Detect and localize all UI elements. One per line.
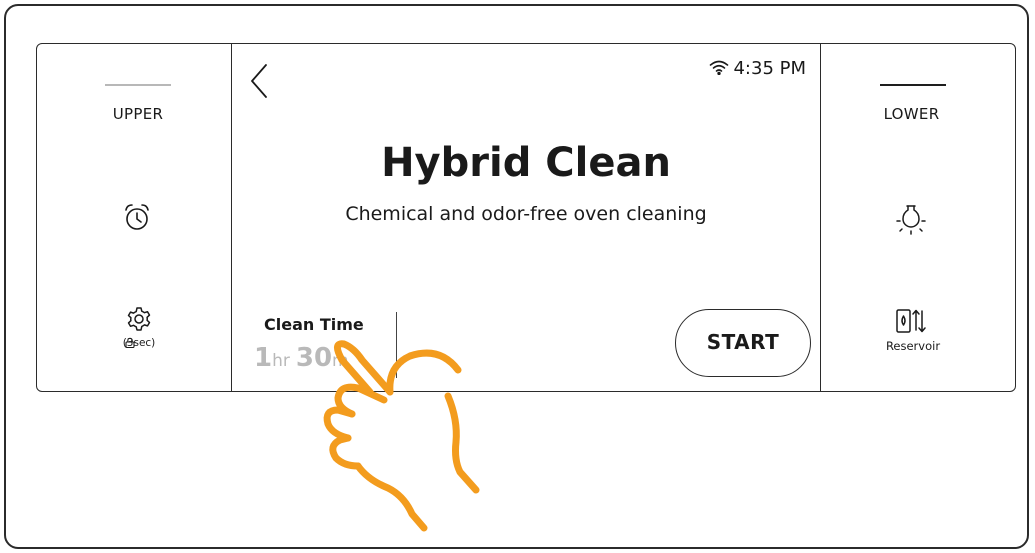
wifi-icon (710, 60, 729, 76)
oven-light-button[interactable] (895, 202, 927, 236)
lower-cavity-label: LOWER (883, 105, 940, 123)
gear-icon (127, 307, 151, 331)
timer-button[interactable] (121, 201, 153, 233)
lower-cavity-panel[interactable]: LOWER Reservoir (820, 44, 1015, 391)
upper-cavity-panel[interactable]: UPPER (3sec) (37, 44, 231, 391)
chevron-left-icon (251, 64, 267, 98)
status-bar: 4:35 PM (709, 58, 806, 79)
upper-cavity-label: UPPER (112, 105, 164, 123)
clean-time-hours-unit: hr (272, 351, 290, 371)
main-content: 4:35 PM Hybrid Clean Chemical and odor-f… (232, 44, 820, 391)
alarm-clock-icon (125, 204, 149, 230)
reservoir-button[interactable]: Reservoir (878, 306, 948, 356)
page-subtitle: Chemical and odor-free oven cleaning (345, 203, 707, 225)
clean-time-divider (396, 312, 397, 378)
clean-time-minutes-unit: m (332, 351, 349, 371)
reservoir-icon (896, 309, 926, 333)
clock-time: 4:35 PM (733, 58, 806, 79)
light-bulb-icon (896, 205, 926, 235)
clean-time-hours: 1 (254, 343, 273, 373)
clean-time-minutes: 30 (295, 343, 333, 373)
lock-icon (125, 337, 135, 348)
clean-time-setting[interactable]: Clean Time 1hr 30m (250, 315, 400, 385)
start-button[interactable]: START (675, 309, 811, 377)
page-title: Hybrid Clean (381, 140, 671, 186)
back-button[interactable] (246, 61, 272, 101)
lower-cavity-indicator (880, 84, 946, 86)
reservoir-label: Reservoir (885, 339, 941, 353)
clean-time-label: Clean Time (264, 315, 364, 334)
control-panel-display: UPPER (3sec) 4:35 PM Hybrid Clean Chemic… (36, 43, 1016, 392)
settings-lock-button[interactable]: (3sec) (111, 306, 167, 356)
clean-time-value: 1hr 30m (254, 343, 355, 373)
lock-hold-hint: (3sec) (111, 337, 167, 349)
upper-cavity-indicator (105, 84, 171, 86)
